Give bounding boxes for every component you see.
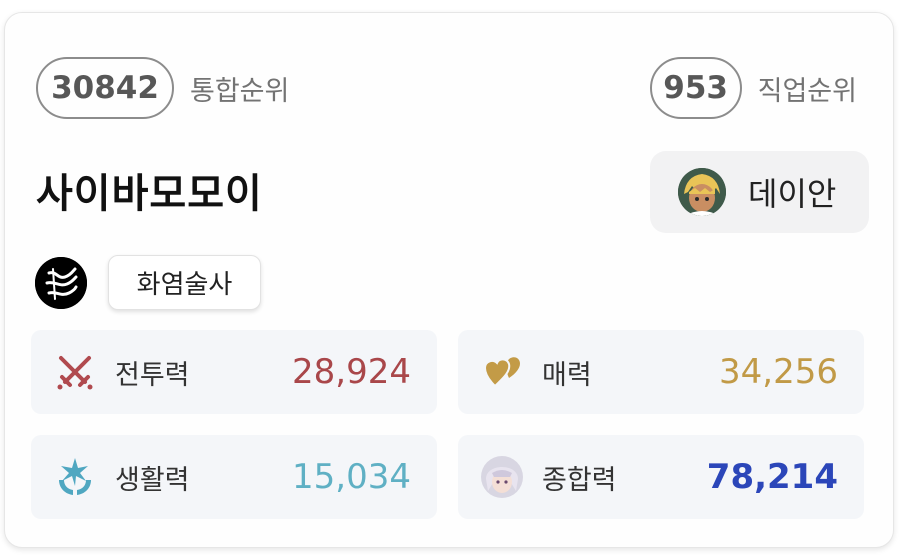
stat-total-label: 종합력 [542, 464, 617, 496]
overall-rank-label: 통합순위 [190, 75, 290, 107]
stat-total: 종합력 78,214 [458, 435, 864, 519]
stat-total-value: 78,214 [706, 457, 838, 497]
stat-life: 생활력 15,034 [31, 435, 437, 519]
character-portrait-icon [480, 455, 524, 499]
stat-combat-value: 28,924 [292, 352, 411, 392]
character-name: 사이바모모이 [36, 171, 263, 217]
world-avatar-icon [678, 168, 726, 216]
hearts-icon [480, 350, 524, 394]
stat-charm-value: 34,256 [719, 352, 838, 392]
crossed-swords-icon [53, 350, 97, 394]
job-rank-label: 직업순위 [757, 75, 857, 107]
stat-combat: 전투력 28,924 [31, 330, 437, 414]
world-name: 데이안 [748, 175, 837, 213]
overall-rank-value: 30842 [36, 57, 174, 119]
world-chip[interactable]: 데이안 [650, 151, 869, 233]
stat-combat-label: 전투력 [115, 359, 190, 391]
stat-charm: 매력 34,256 [458, 330, 864, 414]
class-chip[interactable]: 화염술사 [108, 255, 261, 310]
stat-life-value: 15,034 [292, 457, 411, 497]
job-rank[interactable]: 953 직업순위 [649, 57, 857, 119]
stat-charm-label: 매력 [542, 359, 592, 391]
stat-life-label: 생활력 [115, 464, 190, 496]
fire-mage-class-icon [35, 257, 87, 309]
character-card: 30842 통합순위 953 직업순위 사이바모모이 데이안 화염술사 전투력 … [4, 12, 894, 548]
sparkle-hands-icon [53, 455, 97, 499]
overall-rank[interactable]: 30842 통합순위 [36, 57, 289, 119]
job-rank-value: 953 [649, 57, 742, 119]
